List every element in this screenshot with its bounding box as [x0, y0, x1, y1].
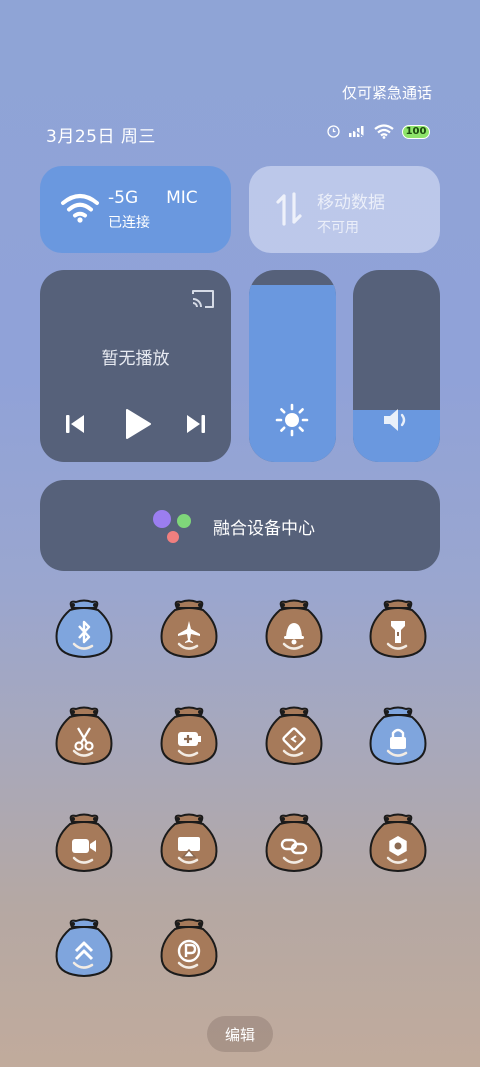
toggle-screen-cast[interactable]: [157, 812, 221, 876]
flashlight-icon: [369, 599, 427, 659]
wifi-network-name-scrolling: MIC: [166, 188, 198, 208]
wifi-status: 已连接: [108, 215, 150, 231]
gear-icon: [369, 813, 427, 873]
wifi-tile[interactable]: -5G MIC 已连接: [40, 166, 231, 253]
speaker-icon: [384, 409, 406, 431]
wifi-icon: [61, 194, 99, 223]
date-text: 3月25日 周三: [46, 127, 156, 147]
play-icon[interactable]: [124, 408, 152, 440]
previous-track-icon[interactable]: [64, 413, 86, 435]
mobile-data-status: 不可用: [317, 220, 359, 236]
toggle-screenshot[interactable]: [52, 705, 116, 769]
wifi-network-name: -5G: [108, 188, 139, 208]
sun-icon: [275, 403, 309, 437]
media-player-tile[interactable]: 暂无播放: [40, 270, 231, 462]
bell-icon: [265, 599, 323, 659]
toggle-auto-rotate[interactable]: [262, 705, 326, 769]
volume-slider[interactable]: [353, 270, 440, 462]
toggle-screen-record[interactable]: [52, 812, 116, 876]
toggle-bluetooth[interactable]: [52, 598, 116, 662]
p-circle-icon: [160, 918, 218, 978]
media-title: 暂无播放: [101, 349, 170, 369]
next-track-icon[interactable]: [185, 413, 207, 435]
device-hub-button[interactable]: 融合设备中心: [40, 480, 440, 571]
signal-no-service-icon: [348, 125, 365, 138]
lock-icon: [369, 706, 427, 766]
brightness-slider[interactable]: [249, 270, 336, 462]
battery-plus-icon: [160, 706, 218, 766]
toggle-data-saver[interactable]: [52, 917, 116, 981]
link-icon: [265, 813, 323, 873]
scissors-icon: [55, 706, 113, 766]
mobile-data-icon: [276, 192, 302, 226]
toggle-sound[interactable]: [262, 598, 326, 662]
cast-icon[interactable]: [190, 288, 216, 310]
rotate-icon: [265, 706, 323, 766]
cast-icon: [160, 813, 218, 873]
alarm-icon: [327, 125, 340, 138]
toggle-rotation-lock[interactable]: [366, 705, 430, 769]
device-hub-label: 融合设备中心: [213, 519, 315, 539]
device-hub-icon: [153, 510, 191, 543]
toggle-airplane-mode[interactable]: [157, 598, 221, 662]
toggle-battery-saver[interactable]: [157, 705, 221, 769]
toggle-settings[interactable]: [366, 812, 430, 876]
mobile-data-title: 移动数据: [317, 193, 385, 213]
emergency-calls-only-text: 仅可紧急通话: [341, 84, 432, 102]
edit-button[interactable]: 编辑: [207, 1016, 273, 1052]
bluetooth-icon: [55, 599, 113, 659]
airplane-icon: [160, 599, 218, 659]
wifi-status-icon: [374, 124, 394, 139]
double-chevron-up-icon: [55, 918, 113, 978]
toggle-flashlight[interactable]: [366, 598, 430, 662]
toggle-link-share[interactable]: [262, 812, 326, 876]
video-camera-icon: [55, 813, 113, 873]
battery-icon: 100: [402, 124, 430, 139]
toggle-priority-mode[interactable]: [157, 917, 221, 981]
status-icons: 100: [327, 124, 430, 139]
mobile-data-tile[interactable]: 移动数据 不可用: [249, 166, 440, 253]
wifi-tile-texts: -5G MIC 已连接: [108, 188, 218, 232]
mobile-data-texts: 移动数据 不可用: [317, 188, 427, 237]
